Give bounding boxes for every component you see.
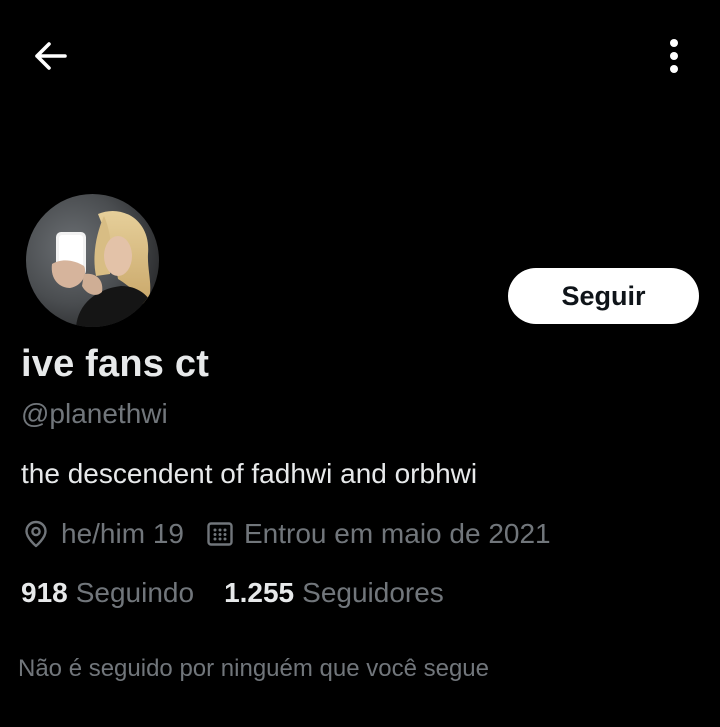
display-name: ive fans ct	[21, 343, 210, 385]
follow-button[interactable]: Seguir	[508, 268, 699, 324]
location-item: he/him 19	[21, 518, 184, 550]
joined-text: Entrou em maio de 2021	[243, 518, 551, 549]
calendar-icon	[207, 522, 233, 546]
following-link[interactable]: 918 Seguindo	[21, 577, 194, 609]
follow-button-label: Seguir	[561, 280, 646, 311]
followers-count: 1.255	[224, 577, 295, 608]
more-options-button[interactable]	[654, 34, 694, 78]
following-count: 918	[21, 577, 68, 608]
joined-item: Entrou em maio de 2021	[206, 518, 551, 550]
avatar[interactable]	[26, 194, 159, 327]
username-handle: @planethwi	[21, 398, 168, 429]
followers-link[interactable]: 1.255 Seguidores	[224, 577, 444, 609]
followers-label: Seguidores	[302, 577, 444, 608]
followed-by-text: Não é seguido por ninguém que você segue	[18, 655, 489, 682]
avatar-image	[26, 194, 159, 327]
profile-bio: the descendent of fadhwi and orbhwi	[21, 458, 478, 489]
profile-meta: he/him 19 Entrou em maio de 2021	[21, 514, 551, 554]
more-vertical-icon	[670, 39, 678, 73]
arrow-left-icon	[35, 42, 67, 70]
follow-stats: 918 Seguindo 1.255 Seguidores	[21, 577, 444, 609]
location-text: he/him 19	[61, 518, 184, 549]
back-button[interactable]	[28, 36, 72, 76]
profile-page: Seguir ive fans ct @planethwi the descen…	[0, 0, 720, 727]
following-label: Seguindo	[75, 577, 195, 608]
location-pin-icon	[25, 520, 47, 548]
